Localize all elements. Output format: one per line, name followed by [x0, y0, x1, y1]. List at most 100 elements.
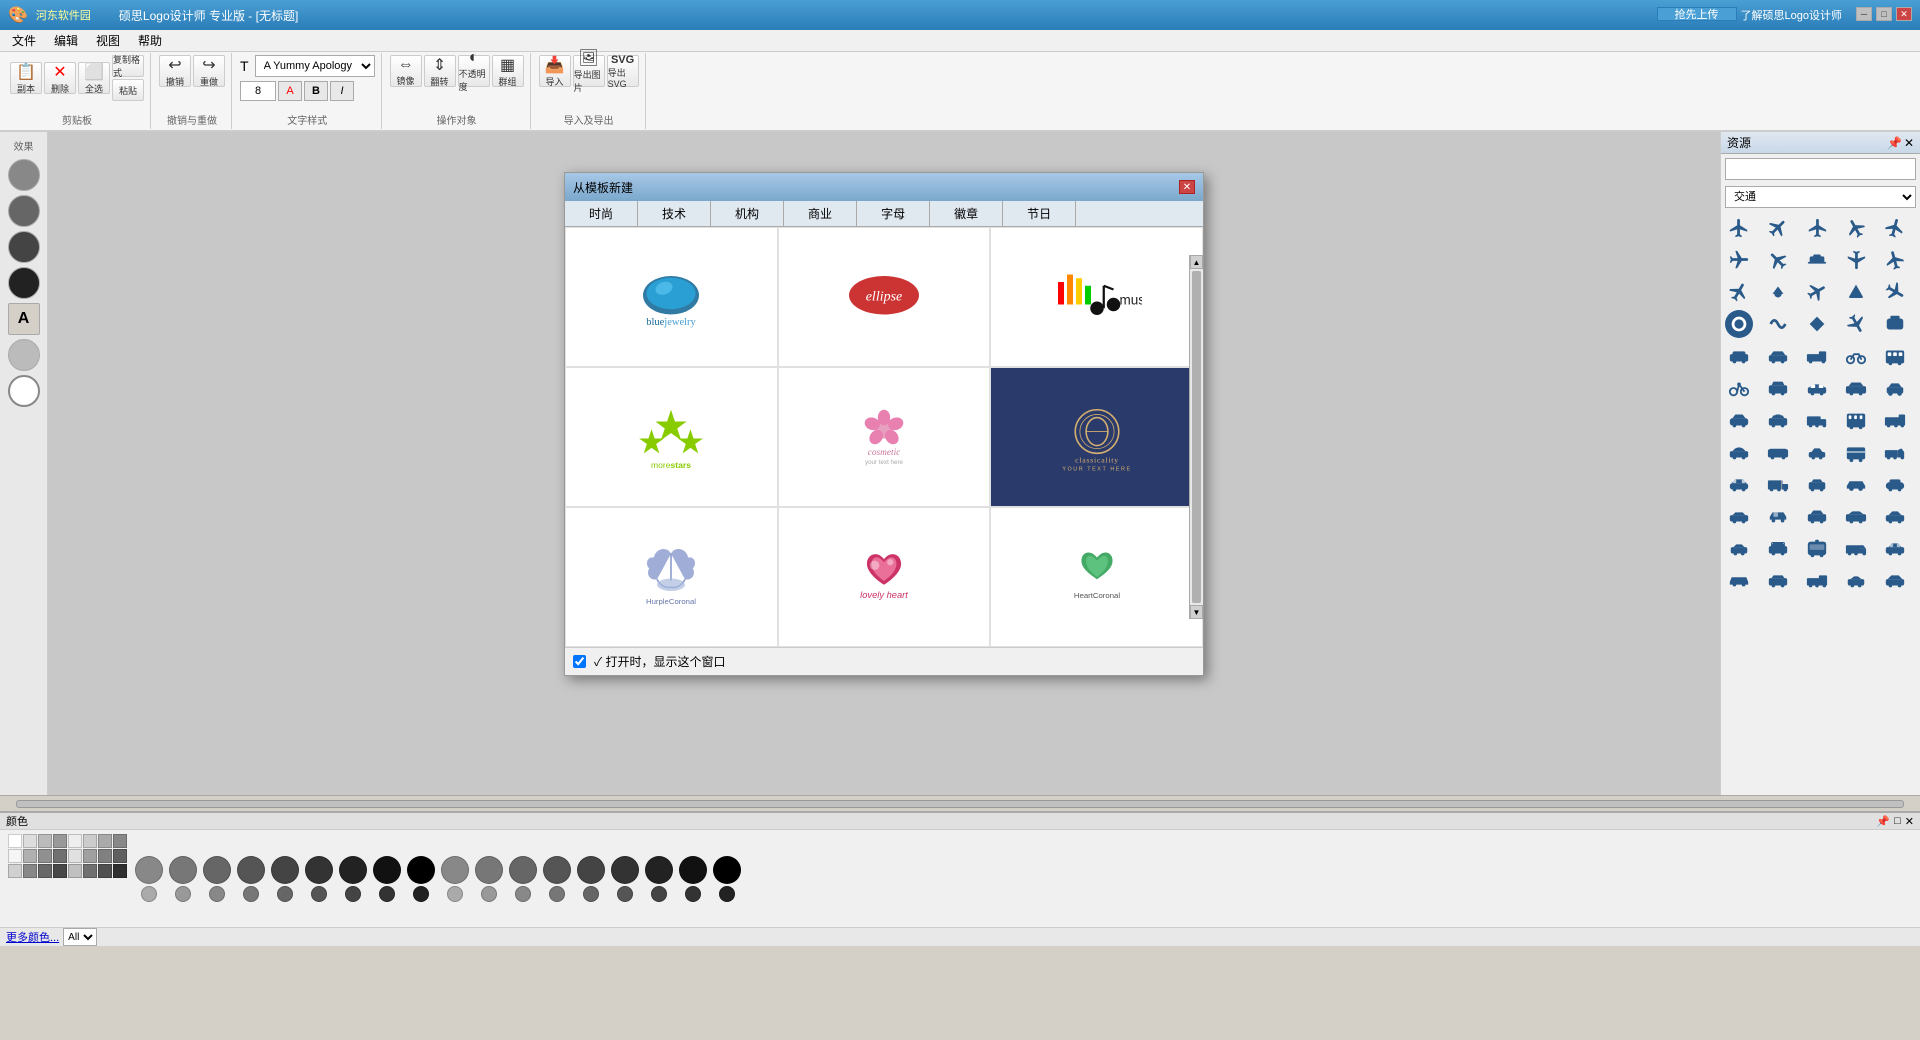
- tab-business[interactable]: 商业: [784, 201, 857, 226]
- color-dot-large[interactable]: [543, 856, 571, 884]
- logo-hurplecoronal[interactable]: HurpleCoronal: [565, 507, 778, 647]
- res-icon-bike1[interactable]: [1725, 374, 1753, 402]
- color-swatch[interactable]: [23, 834, 37, 848]
- color-expand-icon[interactable]: □: [1894, 815, 1901, 828]
- tab-letter[interactable]: 字母: [857, 201, 930, 226]
- res-icon-selected[interactable]: [1725, 310, 1753, 338]
- res-icon-truck4[interactable]: [1881, 438, 1909, 466]
- res-icon-10[interactable]: [1881, 246, 1909, 274]
- mirror-button[interactable]: ⇔镜像: [390, 55, 422, 87]
- color-dot-large[interactable]: [203, 856, 231, 884]
- color-dot-large[interactable]: [135, 856, 163, 884]
- color-dot-large[interactable]: [271, 856, 299, 884]
- color-dot-small[interactable]: [175, 886, 191, 902]
- scroll-thumb[interactable]: [1192, 271, 1201, 603]
- color-dot-small[interactable]: [583, 886, 599, 902]
- color-dot-large[interactable]: [305, 856, 333, 884]
- export-image-button[interactable]: 🖼导出图片: [573, 55, 605, 87]
- res-icon-car7[interactable]: [1725, 438, 1753, 466]
- res-icon-car8[interactable]: [1803, 438, 1831, 466]
- color-swatch[interactable]: [38, 849, 52, 863]
- color-swatch[interactable]: [113, 849, 127, 863]
- logo-cosmetic[interactable]: cosmetic your text here: [778, 367, 991, 507]
- res-icon-car18[interactable]: [1725, 534, 1753, 562]
- res-icon-car16[interactable]: [1842, 502, 1870, 530]
- res-icon-19[interactable]: [1842, 310, 1870, 338]
- import-button[interactable]: 📥导入: [539, 55, 571, 87]
- res-icon-2[interactable]: [1764, 214, 1792, 242]
- res-icon-7[interactable]: [1764, 246, 1792, 274]
- res-icon-8[interactable]: [1803, 246, 1831, 274]
- color-swatch[interactable]: [23, 864, 37, 878]
- more-colors-link[interactable]: 更多颜色...: [6, 929, 59, 945]
- color-dot-small[interactable]: [345, 886, 361, 902]
- color-swatch[interactable]: [68, 849, 82, 863]
- res-icon-car4[interactable]: [1842, 374, 1870, 402]
- color-swatch[interactable]: [68, 834, 82, 848]
- color-dot-small[interactable]: [617, 886, 633, 902]
- undo-button[interactable]: ↩撤销: [159, 55, 191, 87]
- upload-button[interactable]: 抢先上传: [1657, 7, 1737, 21]
- menu-file[interactable]: 文件: [4, 30, 44, 51]
- tool-outline-circle[interactable]: [8, 375, 40, 407]
- res-icon-1[interactable]: [1725, 214, 1753, 242]
- color-dot-large[interactable]: [407, 856, 435, 884]
- res-icon-taxi[interactable]: [1764, 406, 1792, 434]
- res-icon-car14[interactable]: [1764, 502, 1792, 530]
- res-icon-car2[interactable]: [1764, 342, 1792, 370]
- res-icon-car23[interactable]: [1842, 566, 1870, 594]
- color-close-icon[interactable]: ✕: [1905, 815, 1914, 828]
- tab-tech[interactable]: 技术: [638, 201, 711, 226]
- export-svg-button[interactable]: SVG导出SVG: [607, 55, 639, 87]
- color-swatch[interactable]: [8, 849, 22, 863]
- minimize-button[interactable]: ─: [1856, 7, 1872, 21]
- logo-classicality[interactable]: classicality YOUR TEXT HERE: [990, 367, 1203, 507]
- res-icon-car9[interactable]: [1725, 470, 1753, 498]
- color-dot-large[interactable]: [169, 856, 197, 884]
- color-dot-large[interactable]: [509, 856, 537, 884]
- color-dot-small[interactable]: [515, 886, 531, 902]
- redo-button[interactable]: ↪重做: [193, 55, 225, 87]
- tool-circle[interactable]: [8, 195, 40, 227]
- color-dot-small[interactable]: [447, 886, 463, 902]
- color-dot-small[interactable]: [311, 886, 327, 902]
- tool-text[interactable]: A: [8, 303, 40, 335]
- close-button[interactable]: ✕: [1896, 7, 1912, 21]
- color-dot-small[interactable]: [413, 886, 429, 902]
- res-icon-car21[interactable]: [1725, 566, 1753, 594]
- color-dot-small[interactable]: [651, 886, 667, 902]
- res-icon-3[interactable]: [1803, 214, 1831, 242]
- color-swatch[interactable]: [68, 864, 82, 878]
- color-swatch[interactable]: [113, 864, 127, 878]
- res-icon-car20[interactable]: [1881, 534, 1909, 562]
- res-icon-5[interactable]: [1881, 214, 1909, 242]
- res-icon-truck7[interactable]: [1803, 566, 1831, 594]
- color-swatch[interactable]: [83, 834, 97, 848]
- res-icon-car5[interactable]: [1881, 374, 1909, 402]
- resource-category-dropdown[interactable]: 交通: [1725, 186, 1916, 208]
- color-swatch[interactable]: [83, 849, 97, 863]
- tab-org[interactable]: 机构: [711, 201, 784, 226]
- bold-btn[interactable]: B: [304, 81, 328, 101]
- opacity-button[interactable]: ◐不透明度: [458, 55, 490, 87]
- res-icon-car1[interactable]: [1725, 342, 1753, 370]
- color-swatch[interactable]: [8, 864, 22, 878]
- res-icon-truck1[interactable]: [1803, 342, 1831, 370]
- color-dot-small[interactable]: [481, 886, 497, 902]
- logo-bluejewelry[interactable]: bluejewelry: [565, 227, 778, 367]
- res-icon-truck6[interactable]: [1842, 534, 1870, 562]
- color-pin-icon[interactable]: 📌: [1876, 815, 1890, 828]
- color-dot-large[interactable]: [373, 856, 401, 884]
- color-swatch[interactable]: [98, 864, 112, 878]
- logo-lovelyheart[interactable]: lovely heart: [778, 507, 991, 647]
- res-icon-bus1[interactable]: [1881, 342, 1909, 370]
- res-icon-12[interactable]: [1764, 278, 1792, 306]
- res-icon-18[interactable]: [1803, 310, 1831, 338]
- res-icon-20[interactable]: [1881, 310, 1909, 338]
- hscroll-track[interactable]: [16, 800, 1904, 808]
- color-swatch[interactable]: [38, 834, 52, 848]
- res-icon-15[interactable]: [1881, 278, 1909, 306]
- font-name-dropdown[interactable]: A Yummy Apology: [255, 55, 375, 77]
- color-mode-dropdown[interactable]: All: [63, 928, 97, 946]
- right-panel-close[interactable]: ✕: [1904, 136, 1914, 150]
